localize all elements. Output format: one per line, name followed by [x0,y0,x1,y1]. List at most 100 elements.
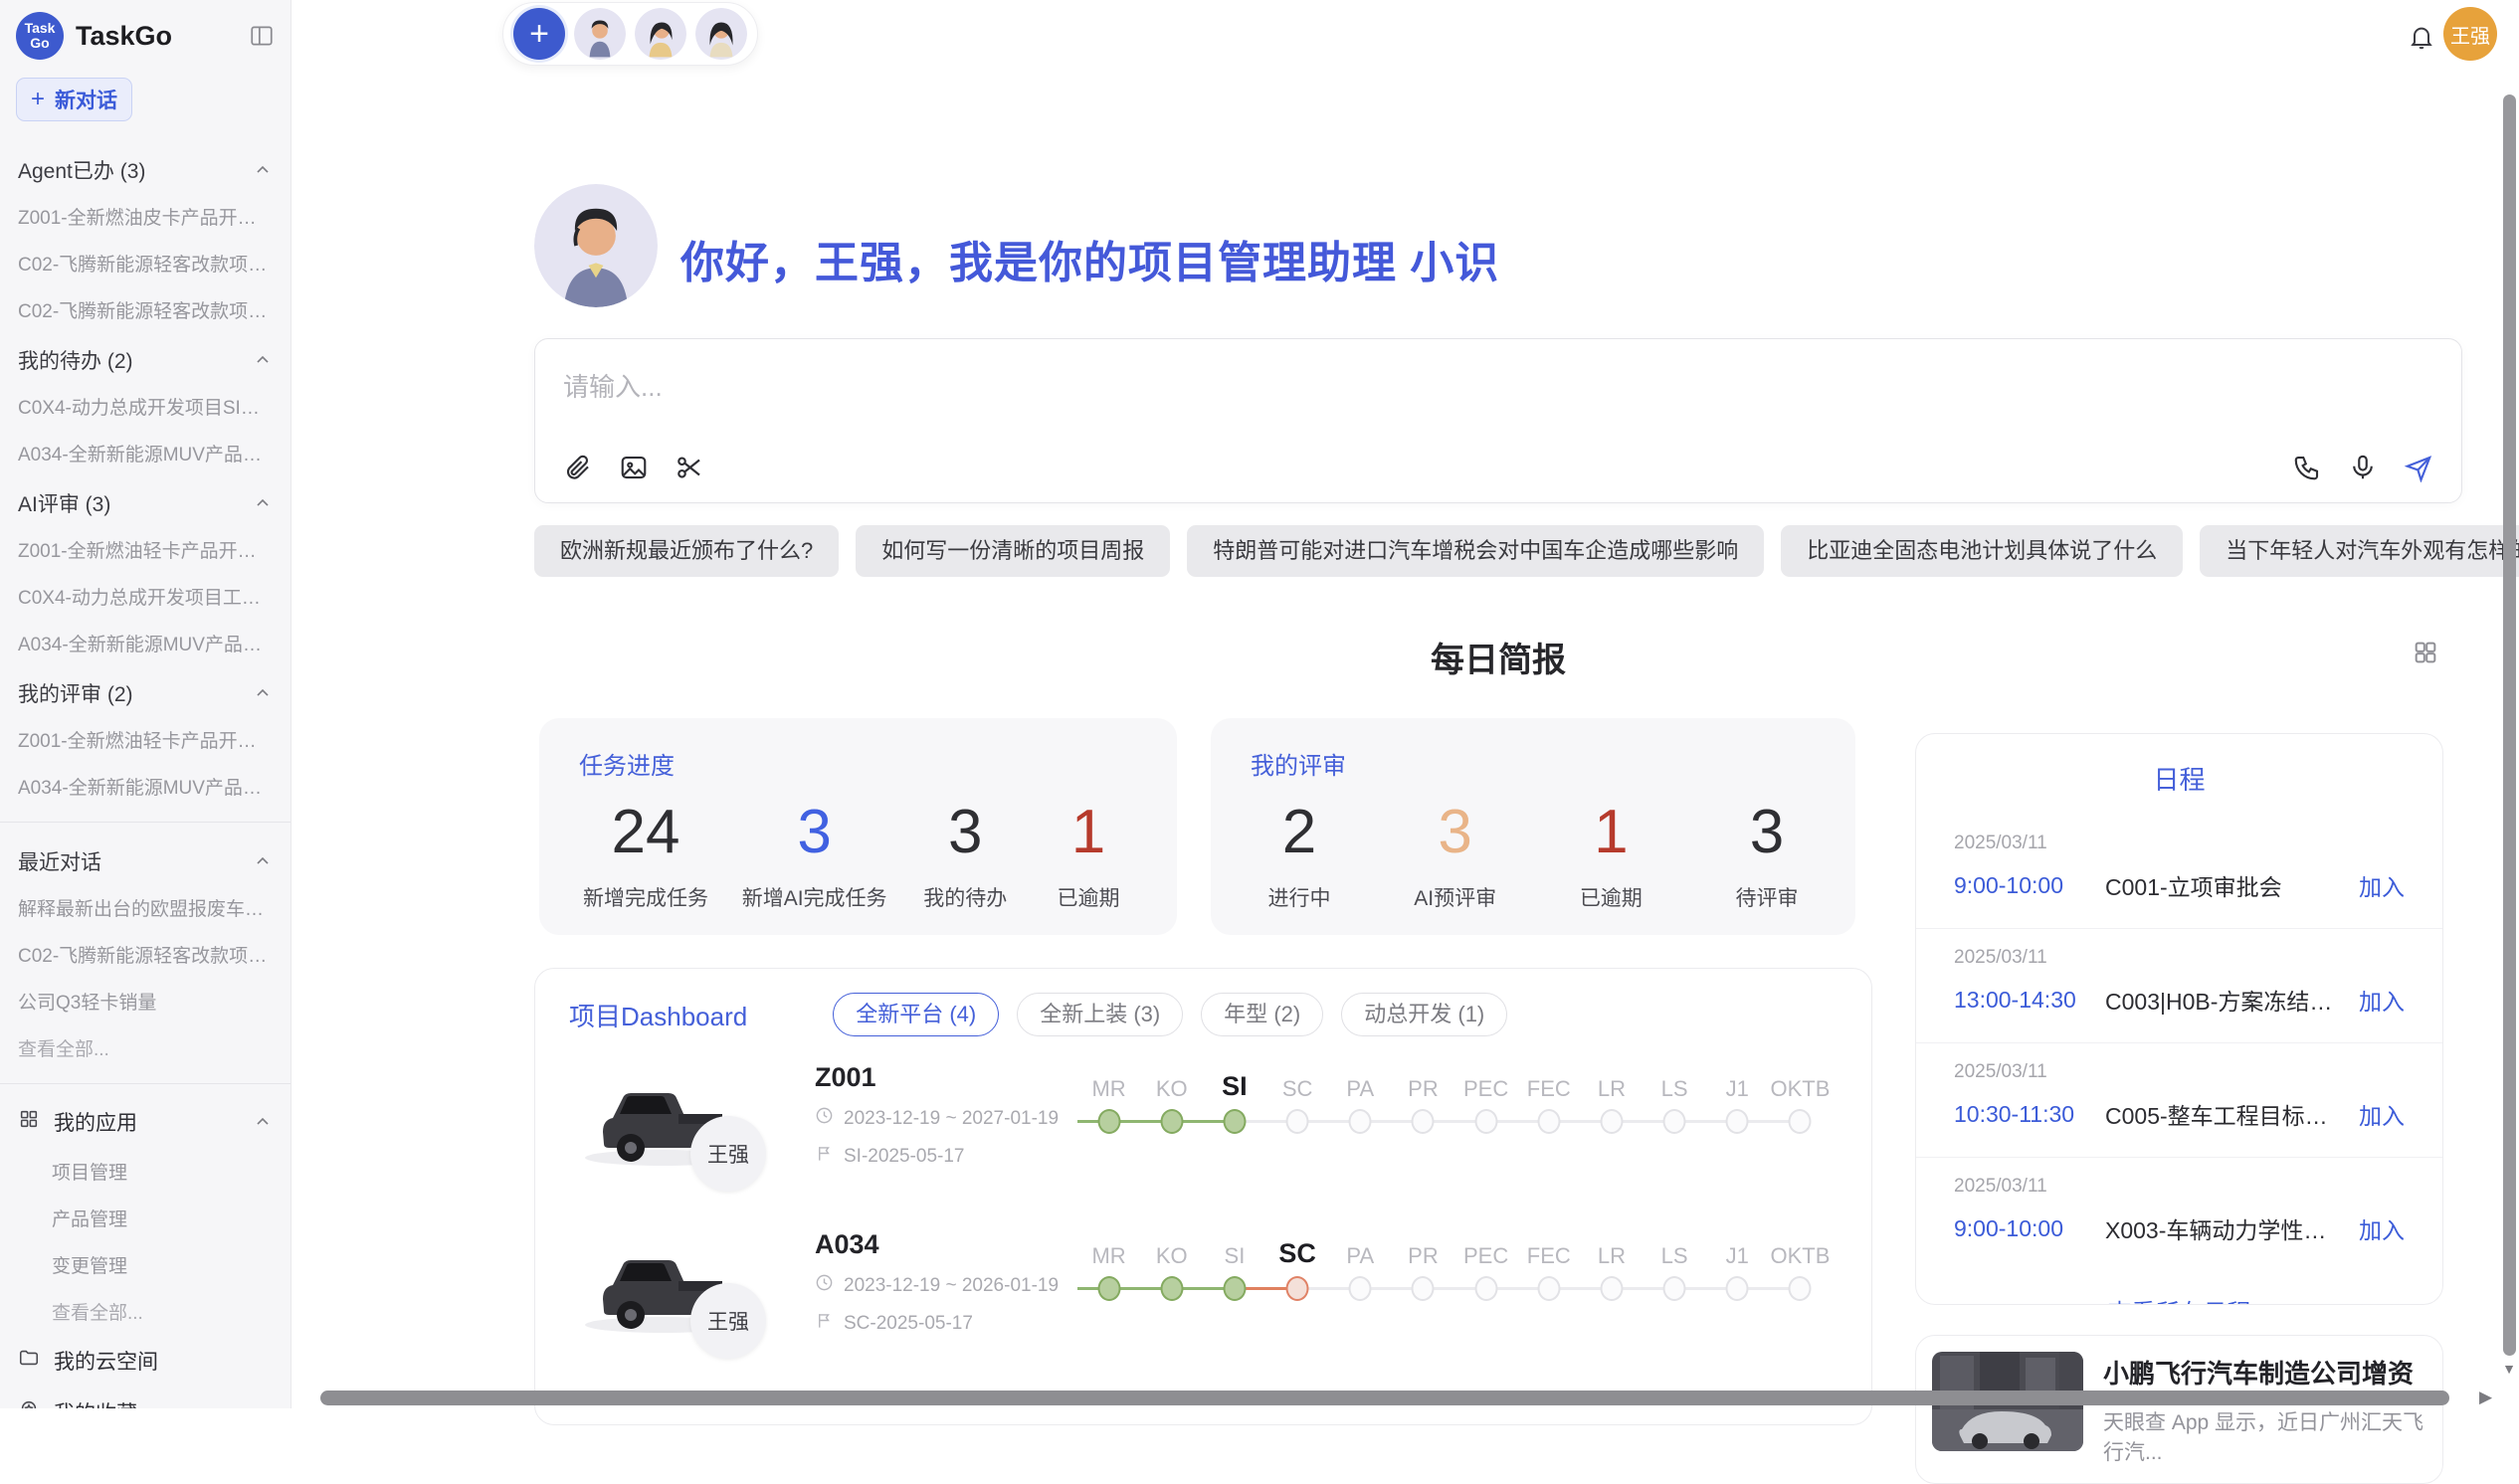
event-title: C005-整车工程目标评审 [2105,1097,2347,1131]
recent-chat-item[interactable]: 公司Q3轻卡销量 [16,978,275,1024]
event-time: 10:30-11:30 [1954,1101,2105,1128]
schedule-event: 2025/03/119:00-10:00C001-立项审批会加入 [1916,815,2442,929]
vertical-scrollbar-thumb[interactable] [2503,94,2516,1356]
suggestion-chip[interactable]: 当下年轻人对汽车外观有怎样的喜好趋势 [2200,525,2519,577]
dashboard-tab[interactable]: 年型 (2) [1201,993,1323,1036]
chevron-up-icon[interactable] [253,683,273,703]
stat-label: 我的待办 [923,882,1007,912]
new-chat-button[interactable]: + 新对话 [16,78,132,121]
milestone-label: PEC [1463,1243,1508,1269]
milestone-dot [1349,1109,1372,1134]
horizontal-scrollbar-thumb[interactable] [320,1391,2449,1405]
view-all-chats-link[interactable]: 查看全部... [16,1024,275,1071]
milestone-dot-row [1329,1106,1392,1138]
collapse-sidebar-icon[interactable] [249,23,275,49]
milestone-label: PA [1346,1076,1374,1102]
attachment-paperclip-icon[interactable] [563,453,593,482]
join-meeting-link[interactable]: 加入 [2359,1211,2405,1245]
sidebar-section-header[interactable]: 我的评审 (2) [16,666,275,716]
suggestion-chip[interactable]: 比亚迪全固态电池计划具体说了什么 [1781,525,2183,577]
schedule-event: 2025/03/119:00-10:00X003-车辆动力学性能验...加入 [1916,1158,2442,1271]
session-avatar[interactable] [695,8,747,60]
milestone-cell: J1 [1706,1233,1769,1305]
milestone-dot [1286,1109,1309,1134]
milestone-dot [1789,1276,1812,1301]
chat-input[interactable] [563,367,2433,427]
stat-value: 3 [797,797,831,868]
notification-bell-icon[interactable] [2408,24,2435,57]
sidebar-section-header[interactable]: AI评审 (3) [16,476,275,526]
layout-grid-icon[interactable] [2412,639,2439,671]
milestone-cell: PR [1392,1233,1454,1305]
chevron-up-icon[interactable] [253,160,273,180]
sidebar-task-item[interactable]: Z001-全新燃油轻卡产品开发项目SI节点属性5D文件评审 [16,716,275,763]
chevron-up-icon[interactable] [253,1112,273,1132]
milestone-label: LS [1661,1243,1688,1269]
suggestion-chip[interactable]: 特朗普可能对进口汽车增税会对中国车企造成哪些影响 [1187,525,1764,577]
sidebar-header: Task Go TaskGo [16,0,275,72]
screenshot-scissors-icon[interactable] [675,453,704,482]
recent-chat-item[interactable]: 解释最新出台的欧盟报废车法规再生塑料比例被调至15%... [16,884,275,931]
recent-chat-item[interactable]: C02-飞腾新能源轻客改款项目的闭环通告反馈情况 [16,931,275,978]
scroll-down-arrow-icon[interactable]: ▼ [2502,1361,2516,1377]
sidebar-item-cloud-space[interactable]: 我的云空间 [16,1335,275,1387]
dashboard-tab[interactable]: 全新平台 (4) [833,993,999,1036]
project-code: Z001 [815,1062,1066,1093]
sidebar-task-item[interactable]: C0X4-动力总成开发项目工程变更评审 [16,573,275,620]
milestone-label: PR [1408,1243,1439,1269]
sidebar-task-item[interactable]: C0X4-动力总成开发项目SI里程碑提交物检查 [16,383,275,430]
milestone-dot [1600,1276,1623,1301]
divider [0,822,291,823]
chevron-up-icon[interactable] [253,350,273,370]
join-meeting-link[interactable]: 加入 [2359,868,2405,902]
chevron-up-icon[interactable] [253,493,273,513]
sidebar-item-favorites[interactable]: 我的收藏 [16,1387,275,1408]
microphone-icon[interactable] [2348,453,2378,482]
sidebar-section-header[interactable]: 我的待办 (2) [16,333,275,383]
dashboard-tab[interactable]: 全新上装 (3) [1017,993,1183,1036]
recent-chats-header[interactable]: 最近对话 [16,835,275,884]
dashboard-tab[interactable]: 动总开发 (1) [1341,993,1507,1036]
suggestion-chip[interactable]: 如何写一份清晰的项目周报 [856,525,1170,577]
milestone-label-wrap: SC [1266,1233,1329,1269]
schedule-list: 2025/03/119:00-10:00C001-立项审批会加入 2025/03/… [1916,815,2442,1271]
view-all-apps-link[interactable]: 查看全部... [16,1288,275,1335]
sidebar-section-header[interactable]: Agent已办 (3) [16,143,275,193]
sidebar-item-my-apps[interactable]: 我的应用 [16,1096,275,1148]
user-avatar[interactable]: 王强 [2443,7,2497,61]
voice-call-icon[interactable] [2292,453,2322,482]
session-avatar[interactable] [635,8,686,60]
app-link[interactable]: 产品管理 [16,1195,275,1241]
image-upload-icon[interactable] [619,453,649,482]
project-info: Z0012023-12-19 ~ 2027-01-19SI-2025-05-17 [815,1058,1066,1169]
milestone-label: SC [1282,1076,1313,1102]
scroll-right-arrow-icon[interactable]: ▶ [2479,1388,2492,1407]
sidebar-task-item[interactable]: C02-飞腾新能源轻客改款项目立项汇报方案 [16,286,275,333]
project-dates-text: 2023-12-19 ~ 2026-01-19 [844,1275,1059,1297]
suggestion-chip[interactable]: 欧洲新规最近颁布了什么? [534,525,839,577]
milestone-dot-row [1266,1106,1329,1138]
sidebar-task-item[interactable]: A034-全新新能源MUV产品开发项目法规符合性评审 [16,620,275,666]
event-date: 2025/03/11 [1954,1176,2405,1198]
stat-label: 新增AI完成任务 [742,882,887,912]
app-link[interactable]: 变更管理 [16,1241,275,1288]
send-icon[interactable] [2404,453,2433,482]
sidebar-task-item[interactable]: A034-全新新能源MUV产品开发项目计划变更表编写 [16,430,275,476]
sidebar-task-item[interactable]: Z001-全新燃油轻卡产品开发项目SI造型提交物评审 [16,526,275,573]
stat-item: 3 新增AI完成任务 [742,797,887,912]
chevron-up-icon[interactable] [253,851,273,871]
sidebar-task-item[interactable]: Z001-全新燃油皮卡产品开发项目SI节点Lesson Learn报告 [16,193,275,240]
session-avatar[interactable] [574,8,626,60]
news-card[interactable]: 小鹏飞行汽车制造公司增资 天眼查 App 显示，近日广州汇天飞行汽... [1915,1335,2443,1484]
milestone-tracker: MRKOSISCPAPRPECFECLRLSJ1OKTB [1077,1225,1832,1305]
briefing-title: 每日简报 [534,633,2462,681]
join-meeting-link[interactable]: 加入 [2359,1097,2405,1131]
sidebar-task-item[interactable]: C02-飞腾新能源轻客改款项目里程碑画布 [16,240,275,286]
add-session-button[interactable]: + [513,8,565,60]
app-link[interactable]: 项目管理 [16,1148,275,1195]
milestone-dot-row [1517,1273,1580,1305]
join-meeting-link[interactable]: 加入 [2359,983,2405,1017]
milestone-label: LR [1598,1076,1626,1102]
sidebar-task-item[interactable]: A034-全新新能源MUV产品开发项目造型可行性评审 [16,763,275,810]
view-all-schedule-link[interactable]: 查看所有日程 [1916,1293,2442,1305]
